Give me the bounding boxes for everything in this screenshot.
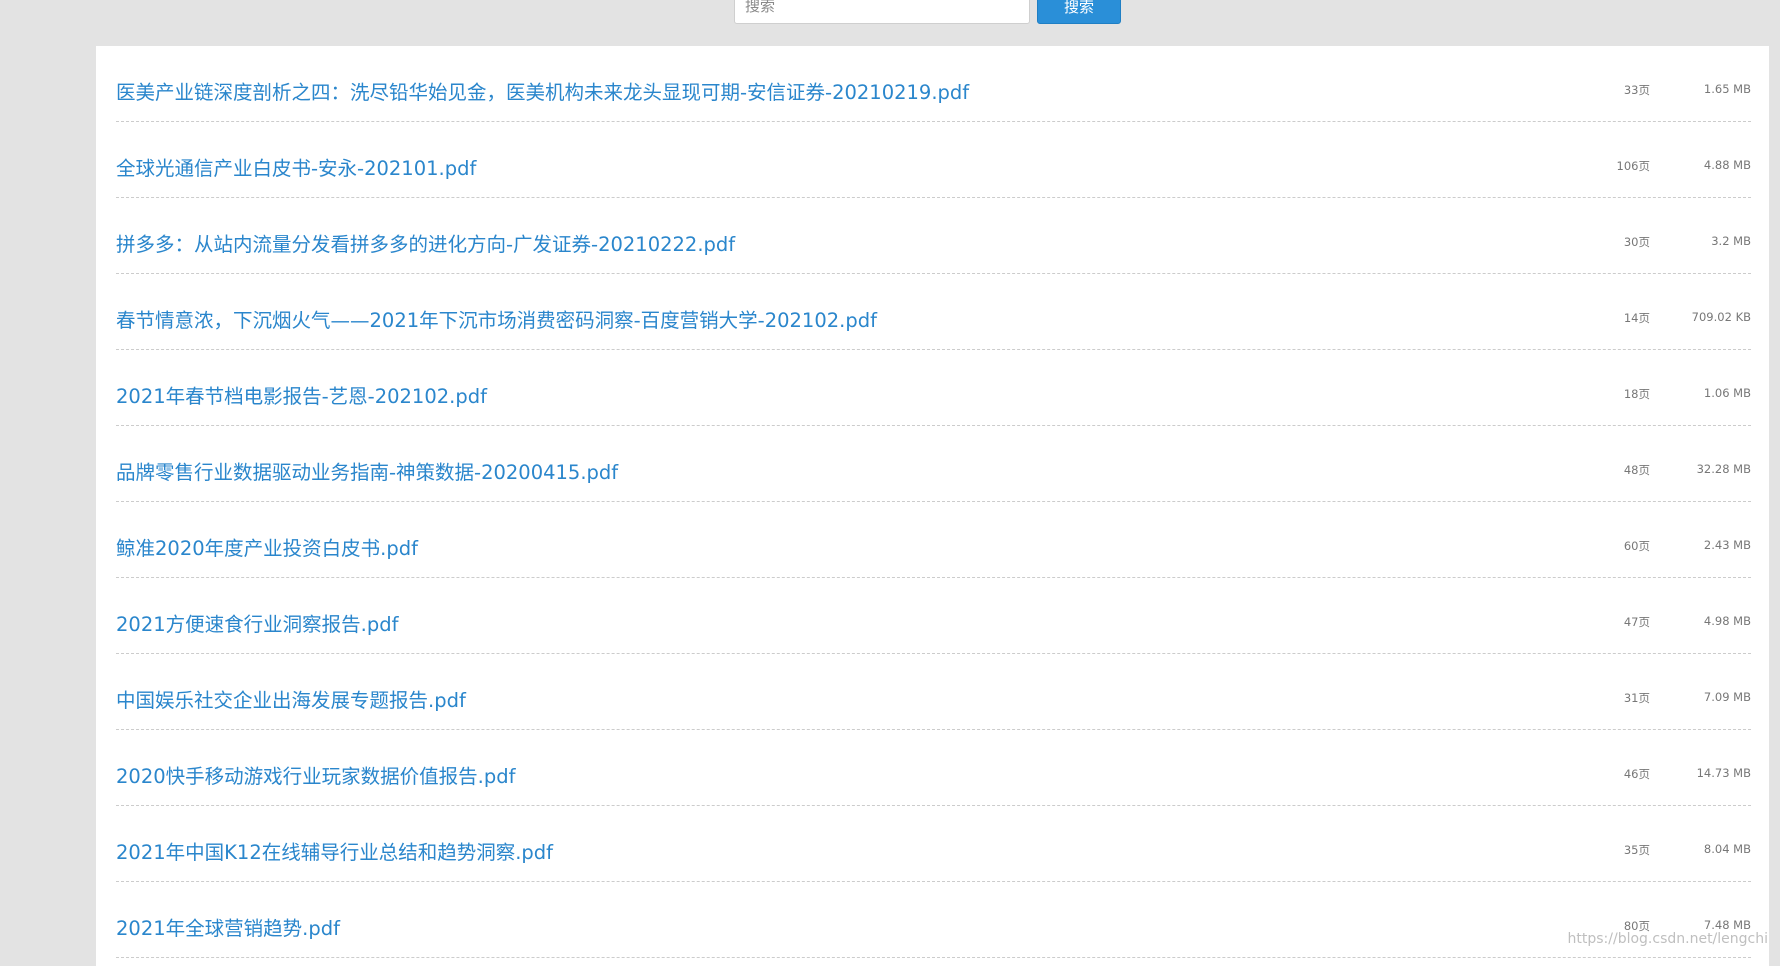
file-size: 2.43 MB [1704, 538, 1751, 552]
file-link[interactable]: 品牌零售行业数据驱动业务指南-神策数据-20200415.pdf [116, 461, 618, 485]
file-link[interactable]: 2021方便速食行业洞察报告.pdf [116, 613, 398, 637]
page-count: 60页 [1624, 538, 1650, 554]
page-count: 33页 [1624, 82, 1650, 98]
file-size: 709.02 KB [1692, 310, 1751, 324]
list-item: 中国娱乐社交企业出海发展专题报告.pdf 31页 7.09 MB [116, 654, 1751, 730]
list-item: 2020快手移动游戏行业玩家数据价值报告.pdf 46页 14.73 MB [116, 730, 1751, 806]
file-link[interactable]: 2020快手移动游戏行业玩家数据价值报告.pdf [116, 765, 515, 789]
search-button[interactable]: 搜索 [1037, 0, 1121, 24]
file-size: 7.48 MB [1704, 918, 1751, 932]
page-count: 48页 [1624, 462, 1650, 478]
list-item: 春节情意浓，下沉烟火气——2021年下沉市场消费密码洞察-百度营销大学-2021… [116, 274, 1751, 350]
list-item: 全球光通信产业白皮书-安永-202101.pdf 106页 4.88 MB [116, 122, 1751, 198]
file-size: 3.2 MB [1711, 234, 1751, 248]
page-count: 46页 [1624, 766, 1650, 782]
page-count: 31页 [1624, 690, 1650, 706]
list-item: 2021方便速食行业洞察报告.pdf 47页 4.98 MB [116, 578, 1751, 654]
file-link[interactable]: 医美产业链深度剖析之四：洗尽铅华始见金，医美机构未来龙头显现可期-安信证券-20… [116, 81, 969, 105]
file-link[interactable]: 2021年中国K12在线辅导行业总结和趋势洞察.pdf [116, 841, 553, 865]
search-bar: 搜索 [0, 0, 1780, 46]
list-item: 鲸准2020年度产业投资白皮书.pdf 60页 2.43 MB [116, 502, 1751, 578]
file-size: 7.09 MB [1704, 690, 1751, 704]
list-item: 2021年中国K12在线辅导行业总结和趋势洞察.pdf 35页 8.04 MB [116, 806, 1751, 882]
page-count: 14页 [1624, 310, 1650, 326]
list-item: 医美产业链深度剖析之四：洗尽铅华始见金，医美机构未来龙头显现可期-安信证券-20… [116, 46, 1751, 122]
page-count: 35页 [1624, 842, 1650, 858]
file-link[interactable]: 中国娱乐社交企业出海发展专题报告.pdf [116, 689, 466, 713]
file-link[interactable]: 春节情意浓，下沉烟火气——2021年下沉市场消费密码洞察-百度营销大学-2021… [116, 309, 877, 333]
watermark: https://blog.csdn.net/lengchi [1568, 931, 1768, 947]
list-item: 拼多多：从站内流量分发看拼多多的进化方向-广发证券-20210222.pdf 3… [116, 198, 1751, 274]
list-item: 品牌零售行业数据驱动业务指南-神策数据-20200415.pdf 48页 32.… [116, 426, 1751, 502]
page-count: 30页 [1624, 234, 1650, 250]
file-link[interactable]: 鲸准2020年度产业投资白皮书.pdf [116, 537, 418, 561]
list-item: 2021年全球营销趋势.pdf 80页 7.48 MB [116, 882, 1751, 958]
file-size: 1.06 MB [1704, 386, 1751, 400]
file-size: 8.04 MB [1704, 842, 1751, 856]
file-size: 14.73 MB [1697, 766, 1751, 780]
file-link[interactable]: 2021年全球营销趋势.pdf [116, 917, 340, 941]
file-list-panel: 医美产业链深度剖析之四：洗尽铅华始见金，医美机构未来龙头显现可期-安信证券-20… [96, 46, 1769, 966]
page-count: 47页 [1624, 614, 1650, 630]
list-item: 2021年春节档电影报告-艺恩-202102.pdf 18页 1.06 MB [116, 350, 1751, 426]
file-link[interactable]: 拼多多：从站内流量分发看拼多多的进化方向-广发证券-20210222.pdf [116, 233, 735, 257]
file-link[interactable]: 全球光通信产业白皮书-安永-202101.pdf [116, 157, 476, 181]
file-list: 医美产业链深度剖析之四：洗尽铅华始见金，医美机构未来龙头显现可期-安信证券-20… [116, 46, 1751, 958]
search-input[interactable] [734, 0, 1030, 24]
file-size: 4.98 MB [1704, 614, 1751, 628]
file-size: 32.28 MB [1697, 462, 1751, 476]
file-size: 1.65 MB [1704, 82, 1751, 96]
page-count: 106页 [1617, 158, 1650, 174]
file-link[interactable]: 2021年春节档电影报告-艺恩-202102.pdf [116, 385, 487, 409]
page-count: 18页 [1624, 386, 1650, 402]
file-size: 4.88 MB [1704, 158, 1751, 172]
